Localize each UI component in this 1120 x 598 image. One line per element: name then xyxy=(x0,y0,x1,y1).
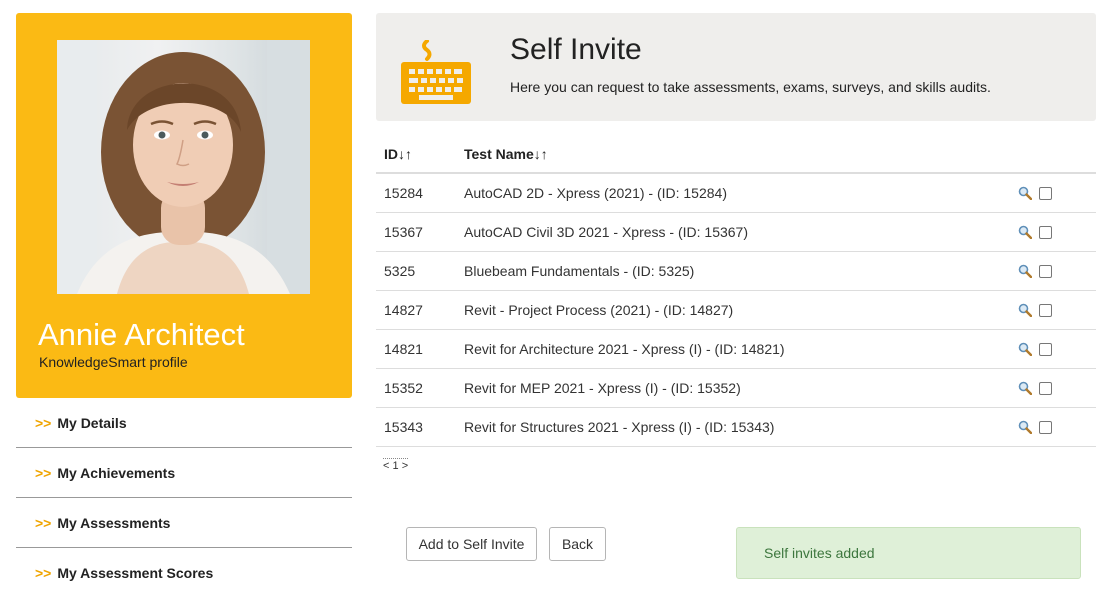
profile-name: Annie Architect xyxy=(38,317,245,352)
select-checkbox[interactable] xyxy=(1039,420,1052,434)
side-menu-item-label: My Assessment Scores xyxy=(57,565,214,581)
magnifier-icon[interactable] xyxy=(1018,186,1033,201)
test-id: 15352 xyxy=(376,368,464,408)
select-checkbox[interactable] xyxy=(1039,264,1052,278)
profile-photo xyxy=(57,40,310,294)
test-name: Bluebeam Fundamentals - (ID: 5325) xyxy=(464,251,1010,291)
success-alert: Self invites added xyxy=(736,527,1081,579)
column-header-test-name[interactable]: Test Name↓↑ xyxy=(464,135,1010,174)
table-row: 15284 AutoCAD 2D - Xpress (2021) - (ID: … xyxy=(376,173,1096,213)
chevron-double-right-icon: >> xyxy=(35,464,52,481)
select-checkbox[interactable] xyxy=(1039,225,1052,239)
magnifier-icon[interactable] xyxy=(1018,381,1033,396)
pager-prev[interactable]: < xyxy=(383,460,389,472)
chevron-double-right-icon: >> xyxy=(35,565,52,581)
column-header-id[interactable]: ID↓↑ xyxy=(376,135,464,174)
magnifier-icon[interactable] xyxy=(1018,342,1033,357)
test-id: 14821 xyxy=(376,329,464,369)
select-checkbox[interactable] xyxy=(1039,381,1052,395)
table-row: 14821 Revit for Architecture 2021 - Xpre… xyxy=(376,329,1096,369)
test-name: Revit for Architecture 2021 - Xpress (I)… xyxy=(464,329,1010,369)
table-row: 14827 Revit - Project Process (2021) - (… xyxy=(376,290,1096,330)
side-menu-item-label: My Assessments xyxy=(57,514,171,531)
test-name: Revit for Structures 2021 - Xpress (I) -… xyxy=(464,407,1010,447)
side-menu-item-my-assessment-scores[interactable]: >> My Assessment Scores xyxy=(16,548,352,598)
test-id: 15367 xyxy=(376,212,464,252)
test-id: 5325 xyxy=(376,251,464,291)
table-row: 15343 Revit for Structures 2021 - Xpress… xyxy=(376,407,1096,447)
side-menu-item-label: My Achievements xyxy=(57,464,176,481)
test-id: 15343 xyxy=(376,407,464,447)
side-menu: >> My Details >> My Achievements >> My A… xyxy=(16,398,352,598)
test-name: Revit - Project Process (2021) - (ID: 14… xyxy=(464,290,1010,330)
pagination: < 1 > xyxy=(383,458,409,472)
alert-message: Self invites added xyxy=(764,545,875,561)
self-invite-header: Self Invite Here you can request to take… xyxy=(376,13,1096,121)
select-checkbox[interactable] xyxy=(1039,303,1052,317)
pager-page[interactable]: 1 xyxy=(393,460,399,472)
tests-table: ID↓↑ Test Name↓↑ 15284 AutoCAD 2D - Xpre… xyxy=(376,135,1096,447)
test-id: 15284 xyxy=(376,173,464,213)
side-menu-item-label: My Details xyxy=(57,414,127,431)
back-button[interactable]: Back xyxy=(549,527,606,561)
select-checkbox[interactable] xyxy=(1039,186,1052,200)
pager-next[interactable]: > xyxy=(402,460,408,472)
page-description: Here you can request to take assessments… xyxy=(510,79,991,95)
magnifier-icon[interactable] xyxy=(1018,420,1033,435)
select-checkbox[interactable] xyxy=(1039,342,1052,356)
side-menu-item-my-details[interactable]: >> My Details xyxy=(16,398,352,448)
table-row: 15367 AutoCAD Civil 3D 2021 - Xpress - (… xyxy=(376,212,1096,252)
table-row: 5325 Bluebeam Fundamentals - (ID: 5325) xyxy=(376,251,1096,291)
add-to-self-invite-button[interactable]: Add to Self Invite xyxy=(406,527,537,561)
column-header-actions xyxy=(1010,135,1096,174)
test-name: AutoCAD 2D - Xpress (2021) - (ID: 15284) xyxy=(464,173,1010,213)
side-menu-item-my-assessments[interactable]: >> My Assessments xyxy=(16,498,352,548)
test-name: AutoCAD Civil 3D 2021 - Xpress - (ID: 15… xyxy=(464,212,1010,252)
page-title: Self Invite xyxy=(510,33,642,66)
profile-subtitle: KnowledgeSmart profile xyxy=(39,354,188,370)
magnifier-icon[interactable] xyxy=(1018,264,1033,279)
profile-card: Annie Architect KnowledgeSmart profile xyxy=(16,13,352,398)
table-row: 15352 Revit for MEP 2021 - Xpress (I) - … xyxy=(376,368,1096,408)
magnifier-icon[interactable] xyxy=(1018,225,1033,240)
table-header-row: ID↓↑ Test Name↓↑ xyxy=(376,135,1096,174)
chevron-double-right-icon: >> xyxy=(35,514,52,531)
keyboard-icon xyxy=(401,39,471,109)
chevron-double-right-icon: >> xyxy=(35,414,52,431)
side-menu-item-my-achievements[interactable]: >> My Achievements xyxy=(16,448,352,498)
test-id: 14827 xyxy=(376,290,464,330)
magnifier-icon[interactable] xyxy=(1018,303,1033,318)
test-name: Revit for MEP 2021 - Xpress (I) - (ID: 1… xyxy=(464,368,1010,408)
